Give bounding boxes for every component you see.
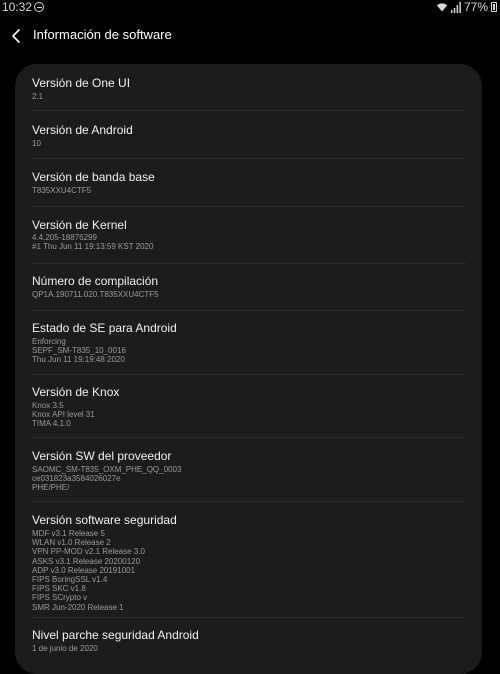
list-item-android-security-patch-level[interactable]: Nivel parche seguridad Android 1 de juni… xyxy=(15,628,482,668)
list-item-kernel-version[interactable]: Versión de Kernel 4.4.205-18876299 #1 Th… xyxy=(15,218,482,266)
item-value: 2.1 xyxy=(32,92,44,101)
list-item-se-android-status[interactable]: Estado de SE para Android Enforcing SEPF… xyxy=(15,321,482,377)
divider xyxy=(32,310,466,311)
item-label: Estado de SE para Android xyxy=(32,321,177,335)
divider xyxy=(32,374,466,375)
divider xyxy=(32,158,466,159)
divider xyxy=(32,617,466,618)
list-item-knox-version[interactable]: Versión de Knox Knox 3.5 Knox API level … xyxy=(15,385,482,441)
divider xyxy=(32,501,466,502)
software-info-list: Versión de One UI 2.1 Versión de Android… xyxy=(15,64,482,674)
item-value: Knox 3.5 Knox API level 31 TIMA 4.1.0 xyxy=(32,401,95,429)
item-value: Enforcing SEPF_SM-T835_10_0016 Thu Jun 1… xyxy=(32,337,126,365)
list-item-build-number[interactable]: Número de compilación QP1A.190711.020.T8… xyxy=(15,274,482,314)
divider xyxy=(32,110,466,111)
divider xyxy=(32,206,466,207)
item-value: 4.4.205-18876299 #1 Thu Jun 11 19:13:59 … xyxy=(32,233,154,252)
item-value: QP1A.190711.020.T835XXU4CTF5 xyxy=(32,290,159,299)
item-value: MDF v3.1 Release 5 WLAN v1.0 Release 2 V… xyxy=(32,529,145,612)
battery-icon xyxy=(491,2,497,12)
list-item-provider-sw-version[interactable]: Versión SW del proveedor SAOMC_SM-T835_O… xyxy=(15,449,482,505)
item-value: 10 xyxy=(32,139,41,148)
item-value: 1 de junio de 2020 xyxy=(32,644,98,653)
back-button[interactable] xyxy=(6,24,26,48)
item-value: SAOMC_SM-T835_OXM_PHE_QQ_0003 ce031823a3… xyxy=(32,465,182,493)
status-time: 10:32 xyxy=(2,0,33,14)
item-label: Versión de Knox xyxy=(32,385,120,399)
status-indicators: 77% xyxy=(436,0,497,14)
divider xyxy=(32,437,466,438)
item-label: Versión de banda base xyxy=(32,170,155,184)
list-item-baseband-version[interactable]: Versión de banda base T835XXU4CTF5 xyxy=(15,170,482,210)
status-bar: 10:32 77% xyxy=(0,0,500,14)
page-title: Información de software xyxy=(33,27,172,42)
battery-percentage: 77% xyxy=(463,0,488,14)
do-not-disturb-icon xyxy=(34,2,44,12)
item-label: Versión de One UI xyxy=(32,76,131,90)
item-value: T835XXU4CTF5 xyxy=(32,186,92,195)
item-label: Versión de Android xyxy=(32,123,133,137)
signal-icon xyxy=(450,1,461,13)
item-label: Número de compilación xyxy=(32,274,159,288)
item-label: Versión software seguridad xyxy=(32,513,177,527)
divider xyxy=(32,263,466,264)
chevron-left-icon xyxy=(12,29,20,43)
list-item-android-version[interactable]: Versión de Android 10 xyxy=(15,123,482,163)
app-bar: Información de software xyxy=(0,22,500,50)
wifi-icon xyxy=(436,3,447,12)
item-label: Nivel parche seguridad Android xyxy=(32,628,199,642)
item-label: Versión de Kernel xyxy=(32,218,127,232)
item-label: Versión SW del proveedor xyxy=(32,449,172,463)
list-item-security-software-version[interactable]: Versión software seguridad MDF v3.1 Rele… xyxy=(15,513,482,619)
